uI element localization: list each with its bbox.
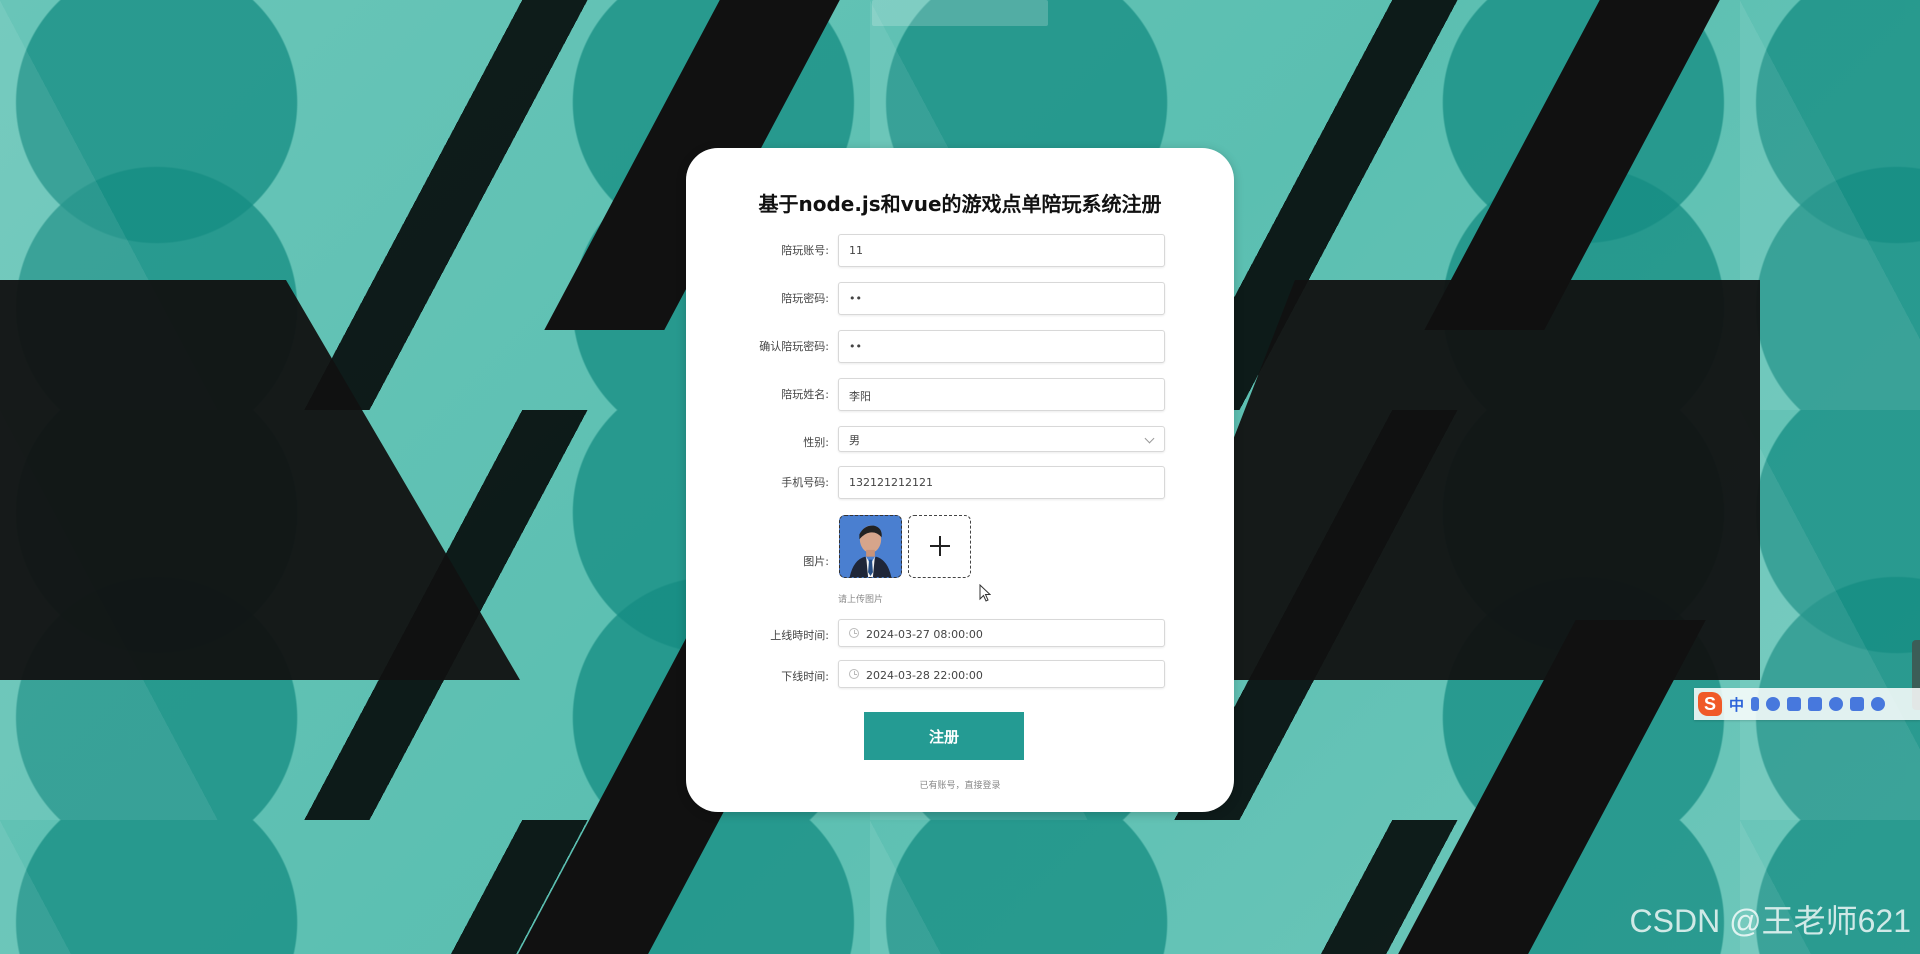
punctuation-icon[interactable] [1751, 697, 1760, 711]
name-value: 李阳 [849, 390, 871, 403]
mouse-pointer-icon [979, 584, 991, 602]
confirm-password-input[interactable]: •• [838, 330, 1165, 363]
register-card: 基于node.js和vue的游戏点单陪玩系统注册 陪玩账号: 11 陪玩密码: … [686, 148, 1234, 812]
gender-value: 男 [849, 434, 860, 447]
password-label: 陪玩密码: [781, 292, 829, 305]
password-input[interactable]: •• [838, 282, 1165, 315]
image-label: 图片: [803, 555, 829, 568]
phone-label: 手机号码: [781, 476, 829, 489]
online-time-value: 2024-03-27 08:00:00 [866, 628, 983, 641]
account-input[interactable]: 11 [838, 234, 1165, 267]
name-row: 陪玩姓名: 李阳 [686, 378, 1234, 412]
gender-select[interactable]: 男 [838, 426, 1165, 452]
watermark: CSDN @王老师621 [1629, 903, 1911, 939]
gear-icon[interactable] [1871, 697, 1886, 711]
name-label: 陪玩姓名: [781, 388, 829, 401]
online-time-input[interactable]: 2024-03-27 08:00:00 [838, 619, 1165, 647]
login-link[interactable]: 已有账号，直接登录 [686, 778, 1234, 791]
grid-icon[interactable] [1850, 697, 1865, 711]
password-row: 陪玩密码: •• [686, 282, 1234, 316]
add-image-button[interactable] [908, 515, 971, 578]
phone-input[interactable]: 132121212121 [838, 466, 1165, 499]
language-indicator[interactable]: 中 [1729, 694, 1744, 715]
image-hint: 请上传图片 [838, 595, 884, 605]
phone-value: 132121212121 [849, 476, 933, 489]
gender-row: 性别: 男 [686, 426, 1234, 460]
clock-icon [849, 628, 859, 638]
register-button[interactable]: 注册 [864, 712, 1024, 760]
confirm-password-row: 确认陪玩密码: •• [686, 330, 1234, 364]
offline-time-label: 下线时间: [781, 670, 829, 683]
confirm-password-label: 确认陪玩密码: [759, 340, 829, 353]
offline-time-value: 2024-03-28 22:00:00 [866, 669, 983, 682]
plus-icon [930, 536, 950, 556]
account-label: 陪玩账号: [781, 244, 829, 257]
page-title: 基于node.js和vue的游戏点单陪玩系统注册 [758, 192, 1162, 216]
phone-row: 手机号码: 132121212121 [686, 466, 1234, 500]
account-value: 11 [849, 244, 863, 257]
keyboard-icon[interactable] [1787, 697, 1802, 711]
clock-icon [849, 669, 859, 679]
chevron-down-icon [1144, 433, 1155, 444]
offline-time-row: 下线时间: 2024-03-28 22:00:00 [686, 660, 1234, 694]
confirm-password-value: •• [849, 340, 862, 353]
microphone-icon[interactable] [1766, 697, 1781, 711]
sogou-logo[interactable]: S [1698, 692, 1722, 716]
online-time-row: 上线時时间: 2024-03-27 08:00:00 [686, 619, 1234, 653]
offline-time-input[interactable]: 2024-03-28 22:00:00 [838, 660, 1165, 688]
gender-label: 性别: [803, 436, 829, 449]
online-time-label: 上线時时间: [770, 629, 829, 642]
shirt-icon[interactable] [1808, 697, 1823, 711]
password-value: •• [849, 292, 862, 305]
uploaded-image-thumbnail[interactable] [839, 515, 902, 578]
portrait-image [840, 516, 901, 577]
ime-toolbar[interactable]: S 中 [1694, 688, 1920, 720]
top-notification-bar [872, 0, 1048, 26]
account-row: 陪玩账号: 11 [686, 234, 1234, 268]
name-input[interactable]: 李阳 [838, 378, 1165, 411]
robot-icon[interactable] [1829, 697, 1844, 711]
